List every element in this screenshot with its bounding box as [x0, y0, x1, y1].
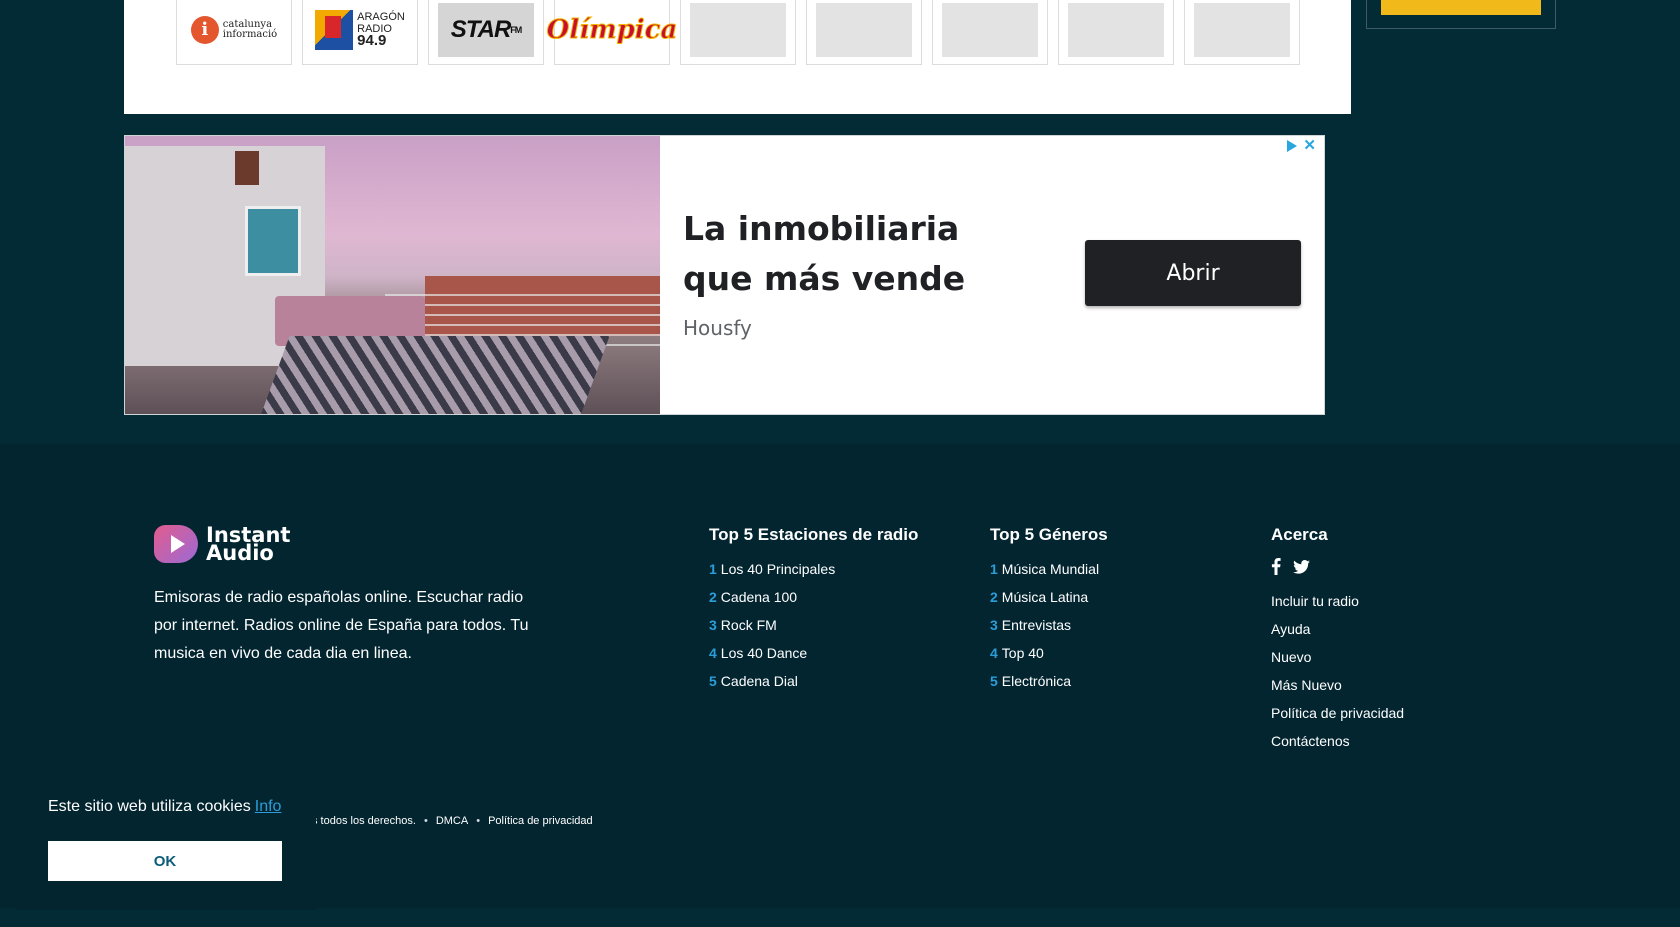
olimpica-logo: Olímpica [546, 14, 678, 45]
ad-choices[interactable]: ✕ [1287, 138, 1316, 153]
close-icon[interactable]: ✕ [1303, 138, 1316, 153]
play-icon [154, 525, 198, 563]
privacy-link[interactable]: Política de privacidad [488, 815, 593, 827]
separator: • [476, 815, 481, 827]
separator: • [423, 815, 428, 827]
list-item[interactable]: 2 Música Latina [990, 583, 1099, 611]
station-card-olimpica[interactable]: Olímpica [546, 0, 678, 65]
station-card-catalunya[interactable]: i catalunya informació [176, 0, 292, 65]
list-item[interactable]: 2 Cadena 100 [709, 583, 835, 611]
station-logo-placeholder [942, 2, 1038, 57]
social-links [1271, 558, 1310, 575]
footer-link-newest[interactable]: Más Nuevo [1271, 671, 1404, 699]
station-card-placeholder[interactable] [680, 0, 796, 65]
ad-headline[interactable]: La inmobiliaria que más vende [683, 204, 1023, 304]
footer-link-new[interactable]: Nuevo [1271, 643, 1404, 671]
top-genres-title: Top 5 Géneros [990, 525, 1108, 544]
station-card-placeholder[interactable] [1184, 0, 1300, 65]
footer-link-include-radio[interactable]: Incluir tu radio [1271, 587, 1404, 615]
list-item[interactable]: 1 Los 40 Principales [709, 555, 835, 583]
list-item[interactable]: 3 Entrevistas [990, 611, 1099, 639]
station-logo-placeholder [690, 2, 786, 57]
top-stations-title: Top 5 Estaciones de radio [709, 525, 919, 544]
cookie-message: Este sitio web utiliza cookies [48, 798, 251, 815]
footer-description: Emisoras de radio españolas online. Escu… [154, 589, 529, 662]
catalunya-logo: i catalunya informació [190, 15, 277, 44]
dmca-link[interactable]: DMCA [436, 815, 468, 827]
station-card-aragon[interactable]: ARAGÓN RADIO 94.9 [302, 0, 418, 65]
list-item[interactable]: 5 Electrónica [990, 667, 1099, 695]
station-card-placeholder[interactable] [806, 0, 922, 65]
station-logo-placeholder [1194, 2, 1290, 57]
cookie-ok-button[interactable]: OK [48, 841, 282, 881]
facebook-icon[interactable] [1271, 558, 1281, 575]
related-stations-panel: i catalunya informació ARAGÓN RADIO 94.9 ST… [124, 0, 1351, 114]
list-item[interactable]: 3 Rock FM [709, 611, 835, 639]
list-item[interactable]: 4 Los 40 Dance [709, 639, 835, 667]
station-card-placeholder[interactable] [1058, 0, 1174, 65]
about-title: Acerca [1271, 525, 1328, 544]
top-genres-list: 1 Música Mundial 2 Música Latina 3 Entrevis… [990, 555, 1099, 695]
sidebar-yellow-button[interactable] [1381, 0, 1541, 15]
copyright-text: s todos los derechos. [312, 815, 416, 827]
aragon-radio-logo: ARAGÓN RADIO 94.9 [315, 9, 405, 50]
adchoices-icon[interactable] [1287, 140, 1298, 152]
station-logo-placeholder [816, 2, 912, 57]
advertisement[interactable]: La inmobiliaria que más vende Housfy Abr… [124, 135, 1325, 415]
footer-link-privacy[interactable]: Política de privacidad [1271, 699, 1404, 727]
footer-link-contact[interactable]: Contáctenos [1271, 727, 1404, 755]
sidebar-box [1366, 0, 1556, 29]
cookie-info-link[interactable]: Info [255, 798, 282, 815]
about-links: Incluir tu radio Ayuda Nuevo Más Nuevo P… [1271, 587, 1404, 755]
list-item[interactable]: 1 Música Mundial [990, 555, 1099, 583]
station-card-mega-star[interactable]: STAR FM [428, 0, 544, 65]
copyright-bar: s todos los derechos. • DMCA • Política … [312, 815, 593, 827]
cookie-banner: Este sitio web utiliza cookies Info OK [16, 780, 316, 910]
station-logo-placeholder [1068, 2, 1164, 57]
list-item[interactable]: 5 Cadena Dial [709, 667, 835, 695]
footer-link-help[interactable]: Ayuda [1271, 615, 1404, 643]
station-card-placeholder[interactable] [932, 0, 1048, 65]
brand-logo[interactable]: Instant Audio [154, 525, 290, 564]
top-stations-list: 1 Los 40 Principales 2 Cadena 100 3 Rock FM… [709, 555, 835, 695]
ad-image[interactable] [125, 136, 660, 414]
twitter-icon[interactable] [1293, 559, 1310, 574]
mega-star-logo: STAR FM [438, 2, 534, 57]
ad-advertiser[interactable]: Housfy [683, 316, 752, 340]
ad-open-button[interactable]: Abrir [1085, 240, 1301, 306]
list-item[interactable]: 4 Top 40 [990, 639, 1099, 667]
